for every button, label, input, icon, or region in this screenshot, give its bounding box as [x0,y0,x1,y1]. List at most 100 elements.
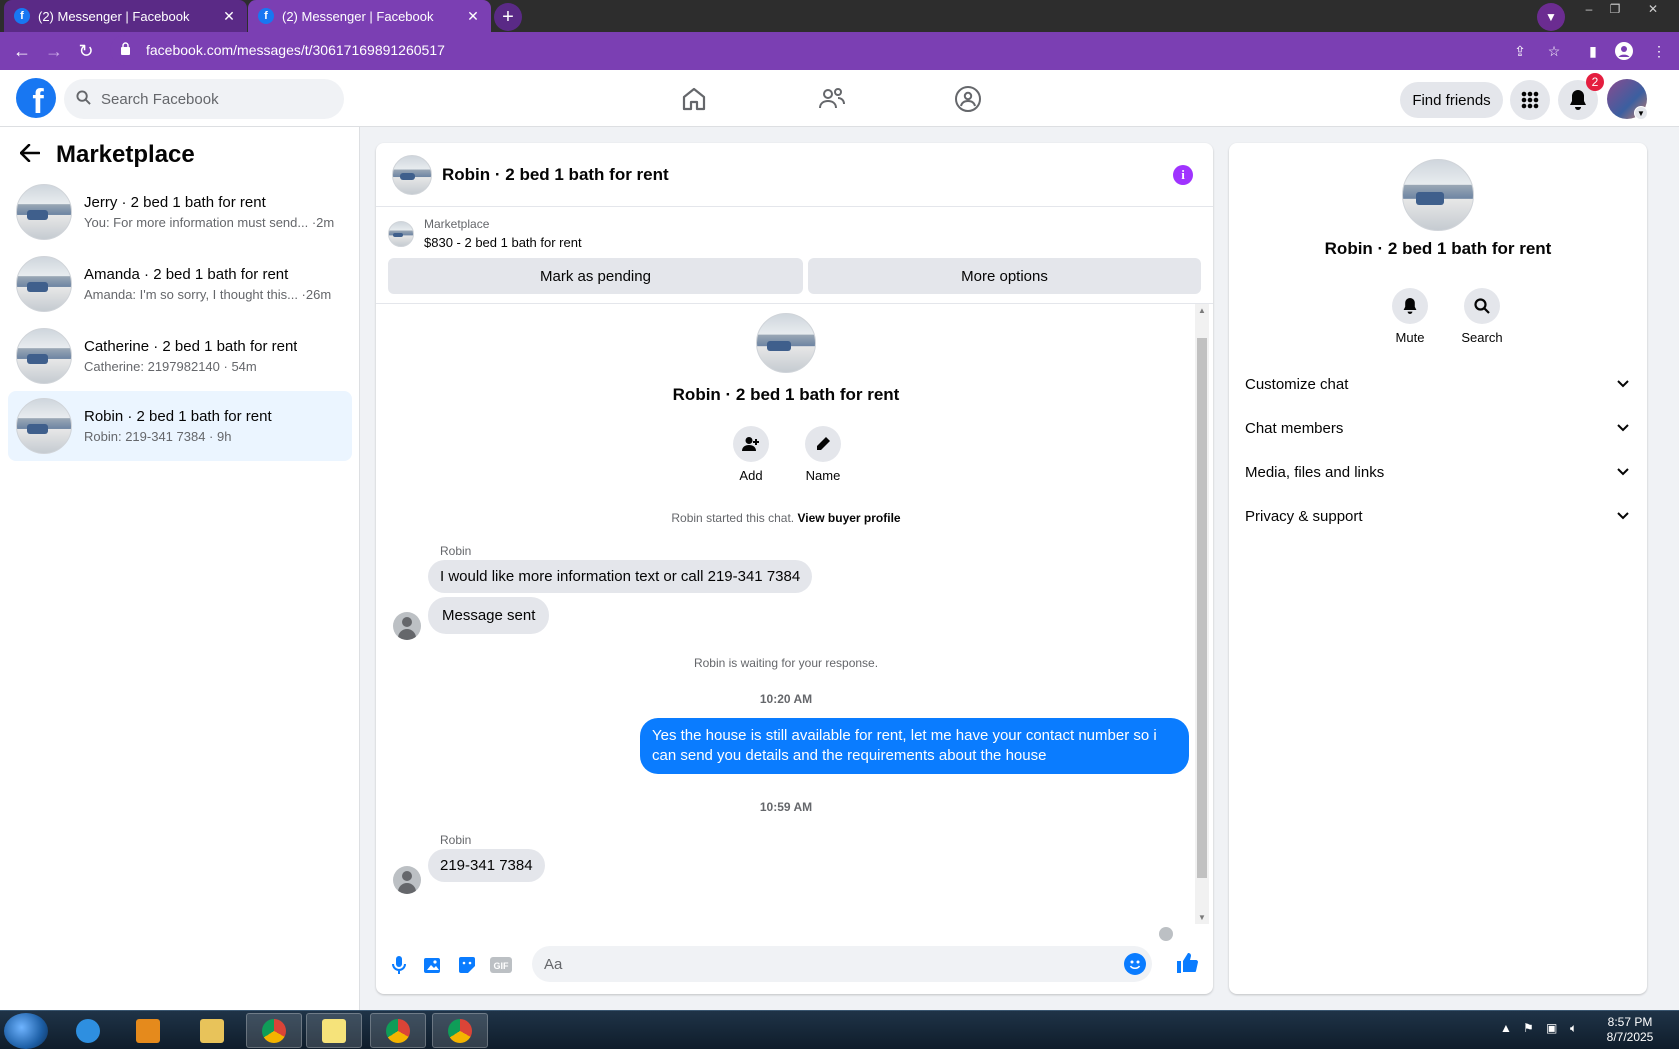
listing-thumbnail[interactable] [392,154,432,195]
new-tab-button[interactable]: + [494,3,522,31]
action-center-flag-icon[interactable]: ⚑ [1523,1021,1534,1035]
file-explorer-icon[interactable] [184,1013,240,1048]
url-field[interactable]: facebook.com/messages/t/3061716989126051… [110,35,1600,65]
friends-icon[interactable] [812,82,852,116]
tab-search-chevron-icon[interactable]: ▼ [1537,3,1565,31]
scrollbar[interactable]: ▲ ▼ [1195,304,1209,924]
browser-tab[interactable]: f (2) Messenger | Facebook ✕ [4,0,247,32]
start-button-icon[interactable] [4,1013,48,1049]
address-bar: ← → ↻ facebook.com/messages/t/3061716989… [0,32,1679,70]
scroll-down-icon[interactable]: ▼ [1197,913,1207,922]
message-sender: Robin [440,544,472,558]
share-icon[interactable]: ⇪ [1510,41,1530,61]
conversation-item[interactable]: Catherine · 2 bed 1 bath for rent Cather… [8,321,352,391]
sticker-icon[interactable] [456,954,478,976]
reload-icon[interactable]: ↻ [72,37,100,65]
view-buyer-profile-link[interactable]: View buyer profile [797,511,900,525]
privacy-support-section[interactable]: Privacy & support [1245,496,1631,536]
more-options-button[interactable]: More options [808,258,1201,294]
bell-icon [1392,288,1428,324]
tab-close-icon[interactable]: ✕ [465,8,481,25]
find-friends-button[interactable]: Find friends [1400,82,1503,118]
conversation-item[interactable]: Jerry · 2 bed 1 bath for rent You: For m… [8,177,352,247]
mute-button[interactable]: Mute [1380,288,1440,345]
chrome-icon[interactable] [432,1013,488,1048]
menu-grid-icon[interactable] [1510,80,1550,120]
message-input[interactable] [544,955,1104,973]
photo-icon[interactable] [422,954,444,976]
chrome-icon[interactable] [370,1013,426,1048]
network-icon[interactable]: ▣ [1546,1021,1557,1035]
chat-members-section[interactable]: Chat members [1245,408,1631,448]
svg-text:GIF: GIF [494,961,510,971]
groups-icon[interactable] [948,82,988,116]
facebook-search[interactable] [64,79,344,119]
scroll-up-icon[interactable]: ▲ [1197,306,1207,315]
facebook-logo-icon[interactable]: f [16,78,56,118]
internet-explorer-icon[interactable] [60,1013,116,1048]
listing-thumbnail [388,220,414,247]
forward-arrow-icon[interactable]: → [40,37,68,65]
sender-avatar[interactable] [393,612,421,640]
incoming-message[interactable]: 219-341 7384 [428,849,545,882]
chrome-icon[interactable] [246,1013,302,1048]
volume-icon[interactable]: 🔈︎ [1570,1021,1577,1036]
marketplace-listing[interactable]: Marketplace $830 - 2 bed 1 bath for rent [388,217,582,250]
pencil-icon [805,426,841,462]
back-arrow-icon[interactable] [19,141,41,169]
browser-tab-bar: f (2) Messenger | Facebook ✕ f (2) Messe… [0,0,1679,32]
customize-chat-section[interactable]: Customize chat [1245,364,1631,404]
message-input-box[interactable] [532,946,1152,982]
conversation-item[interactable]: Amanda · 2 bed 1 bath for rent Amanda: I… [8,249,352,319]
like-thumb-icon[interactable] [1176,952,1198,974]
listing-thumbnail [16,184,72,240]
profile-icon[interactable] [1614,41,1634,61]
restore-icon[interactable]: ❐ [1604,0,1626,18]
details-chat-name: Robin · 2 bed 1 bath for rent [1324,239,1552,258]
listing-thumbnail [16,398,72,454]
tab-title: (2) Messenger | Facebook [38,8,190,24]
media-player-icon[interactable] [120,1013,176,1048]
conversation-preview: Catherine: 2197982140 · 54m [84,359,257,374]
system-clock[interactable]: 8:57 PM 8/7/2025 [1590,1015,1670,1045]
sticky-notes-icon[interactable] [306,1013,362,1048]
browser-tab-active[interactable]: f (2) Messenger | Facebook ✕ [248,0,491,32]
conversation-item-active[interactable]: Robin · 2 bed 1 bath for rent Robin: 219… [8,391,352,461]
bookmark-star-icon[interactable]: ☆ [1544,41,1564,61]
name-chat-button[interactable]: Name [798,426,848,483]
section-label: Chat members [1245,419,1344,437]
minimize-icon[interactable]: – [1578,0,1600,18]
browser-menu-icon[interactable]: ⋮ [1649,41,1669,61]
chevron-down-icon [1615,464,1631,480]
chat-title[interactable]: Robin · 2 bed 1 bath for rent [442,165,669,185]
outgoing-message[interactable]: Yes the house is still available for ren… [640,718,1189,774]
emoji-icon[interactable] [1124,953,1146,975]
incoming-message[interactable]: I would like more information text or ca… [428,560,813,593]
search-in-chat-button[interactable]: Search [1452,288,1512,345]
chevron-down-icon[interactable]: ▼ [1634,106,1648,120]
scrollbar-thumb[interactable] [1197,338,1207,878]
message-sender: Robin [440,833,472,847]
side-panel-icon[interactable]: ▮ [1583,41,1603,61]
search-input[interactable] [101,90,321,108]
add-label: Add [739,468,763,483]
media-files-links-section[interactable]: Media, files and links [1245,452,1631,492]
sender-avatar[interactable] [393,866,421,894]
search-label: Search [1461,330,1503,345]
add-people-button[interactable]: Add [726,426,776,483]
waiting-notice: Robin is waiting for your response. [693,656,879,670]
section-label: Customize chat [1245,375,1349,393]
mark-as-pending-button[interactable]: Mark as pending [388,258,803,294]
incoming-message[interactable]: Message sent [428,597,550,634]
conversation-name: Catherine · 2 bed 1 bath for rent [84,338,298,355]
back-arrow-icon[interactable]: ← [8,37,36,65]
window-close-icon[interactable]: ✕ [1642,0,1664,18]
clock-time: 8:57 PM [1607,1015,1653,1029]
info-icon[interactable]: i [1173,165,1193,185]
tray-expand-icon[interactable]: ▲ [1500,1021,1512,1035]
gif-icon[interactable]: GIF [490,954,512,976]
tab-close-icon[interactable]: ✕ [221,8,237,25]
microphone-icon[interactable] [388,954,410,976]
search-icon [1464,288,1500,324]
home-icon[interactable] [674,82,714,116]
